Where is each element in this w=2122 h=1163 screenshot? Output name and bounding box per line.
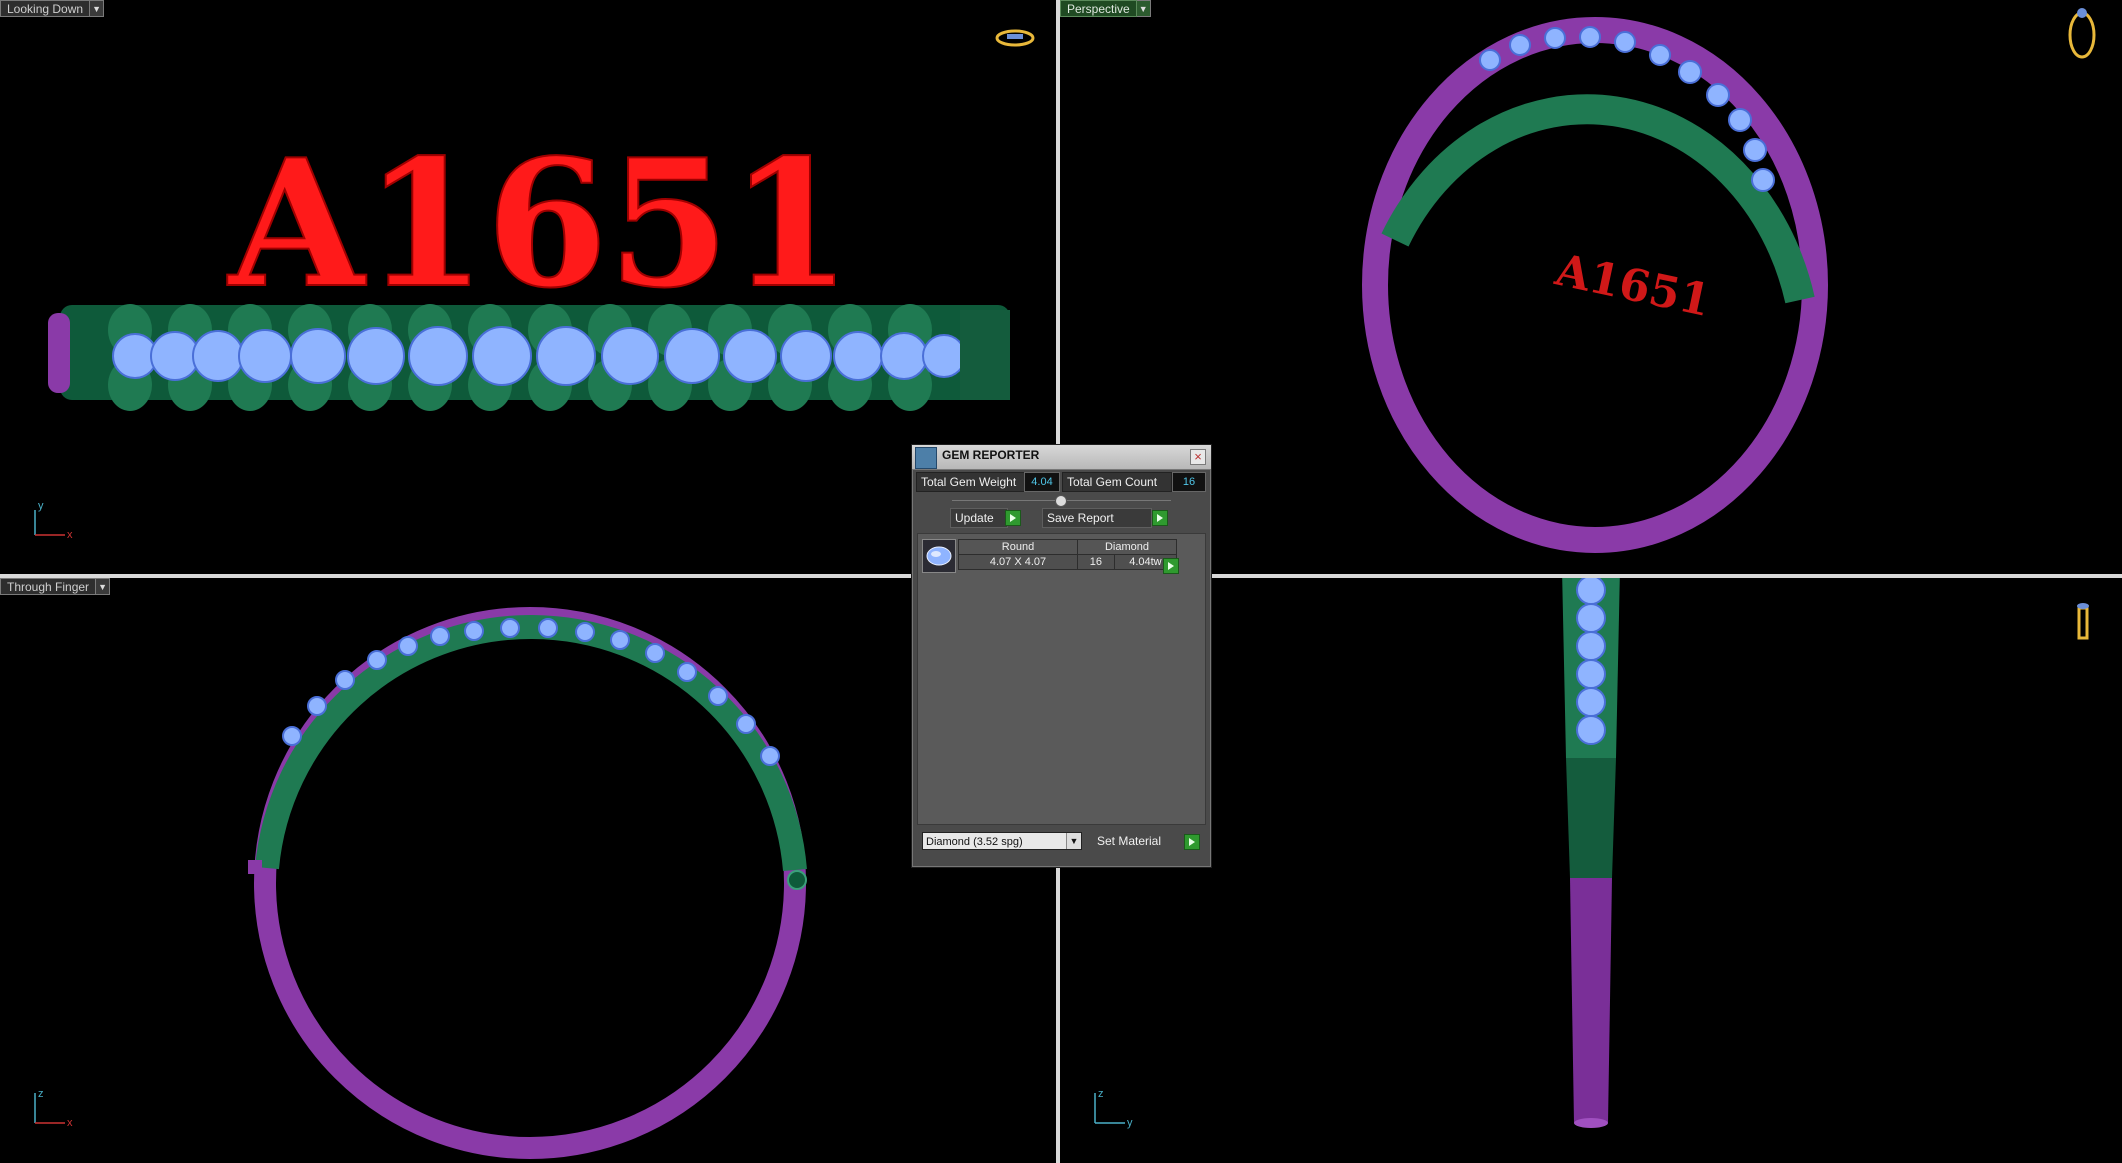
- gem-reporter-panel: GEM REPORTER × Total Gem Weight 4.04 Tot…: [911, 444, 1212, 868]
- close-icon[interactable]: ×: [1190, 449, 1206, 465]
- axis-label-horizontal: y: [1127, 1117, 1133, 1129]
- axis-label-vertical: y: [38, 500, 44, 512]
- viewport-label-perspective[interactable]: Perspective ▼: [1060, 0, 1151, 17]
- axis-indicator: [34, 510, 65, 536]
- band-front-green: [255, 614, 807, 872]
- viewport-side[interactable]: z y: [1060, 578, 2122, 1163]
- save-report-button[interactable]: Save Report: [1042, 508, 1152, 528]
- band-side-green-mid: [1566, 758, 1616, 878]
- axis-label-vertical: z: [38, 1088, 44, 1100]
- gem-row-table: Round Diamond 4.07 X 4.07 16 4.04tw: [958, 539, 1178, 570]
- axis-label-horizontal: x: [67, 529, 73, 541]
- ring-side-icon: [2077, 603, 2089, 640]
- totals-row: Total Gem Weight 4.04 Total Gem Count 16: [916, 472, 1207, 492]
- viewport-label-looking-down[interactable]: Looking Down ▼: [0, 0, 105, 17]
- viewport-dropdown-icon[interactable]: ▼: [96, 578, 111, 595]
- gem-list: Round Diamond 4.07 X 4.07 16 4.04tw: [917, 533, 1206, 825]
- update-go-icon[interactable]: [1005, 510, 1021, 526]
- gem-material: Diamond: [1077, 539, 1177, 555]
- action-row: Update Save Report: [912, 508, 1211, 528]
- chevron-down-icon[interactable]: ▼: [1066, 833, 1081, 849]
- viewport-label-text[interactable]: Looking Down: [0, 0, 91, 17]
- axis-label-horizontal: x: [67, 1117, 73, 1129]
- hinge-pin: [787, 870, 807, 890]
- perspective-scene: A1651: [1362, 8, 2096, 553]
- band-purple-end: [48, 313, 70, 393]
- gem-reporter-title: GEM REPORTER: [942, 448, 1040, 462]
- material-select[interactable]: Diamond (3.52 spg) ▼: [922, 832, 1082, 850]
- band-side-purple: [1570, 878, 1612, 1123]
- band-green-end: [960, 310, 1010, 400]
- material-row: Diamond (3.52 spg) ▼ Set Material: [922, 832, 1207, 854]
- set-material-go-icon[interactable]: [1184, 834, 1200, 850]
- viewport-through-finger[interactable]: z x Through Finger ▼: [0, 578, 1056, 1163]
- round-gem-icon: [922, 539, 956, 573]
- band-side-bottom: [1574, 1118, 1608, 1128]
- ring-orientation-icon: [995, 29, 1035, 47]
- panel-slider-knob[interactable]: [1055, 495, 1067, 507]
- viewport-label-text[interactable]: Perspective: [1060, 0, 1137, 17]
- total-count-label: Total Gem Count: [1062, 472, 1172, 492]
- through-finger-scene: [34, 607, 807, 1159]
- gem-reporter-logo-icon: [915, 447, 937, 469]
- gem-size: 4.07 X 4.07: [958, 554, 1078, 570]
- total-count-value: 16: [1172, 472, 1206, 492]
- set-material-button[interactable]: Set Material: [1097, 832, 1161, 850]
- model-id-text: A1651: [227, 122, 852, 327]
- axis-label-vertical: z: [1098, 1088, 1104, 1100]
- ring-upright-icon: [2068, 8, 2096, 59]
- clasp-block: [248, 860, 262, 874]
- total-weight-value: 4.04: [1024, 472, 1060, 492]
- gem-row-go-icon[interactable]: [1163, 558, 1179, 574]
- viewport-dropdown-icon[interactable]: ▼: [90, 0, 105, 17]
- looking-down-scene: A1651: [34, 29, 1035, 536]
- viewport-looking-down[interactable]: A1651 y x Looking Down ▼: [0, 0, 1056, 574]
- viewport-dropdown-icon[interactable]: ▼: [1136, 0, 1151, 17]
- total-weight-label: Total Gem Weight: [916, 472, 1028, 492]
- viewport-perspective[interactable]: A1651 Perspective ▼: [1060, 0, 2122, 574]
- save-report-go-icon[interactable]: [1152, 510, 1168, 526]
- gem-shape: Round: [958, 539, 1078, 555]
- model-id-text-perspective: A1651: [1550, 244, 1715, 327]
- viewport-label-text[interactable]: Through Finger: [0, 578, 97, 595]
- update-button[interactable]: Update: [950, 508, 1008, 528]
- gem-reporter-titlebar[interactable]: GEM REPORTER ×: [912, 445, 1211, 470]
- gem-count: 16: [1077, 554, 1115, 570]
- side-scene: [1094, 578, 2089, 1128]
- viewport-label-through-finger[interactable]: Through Finger ▼: [0, 578, 111, 595]
- material-select-value: Diamond (3.52 spg): [926, 836, 1023, 848]
